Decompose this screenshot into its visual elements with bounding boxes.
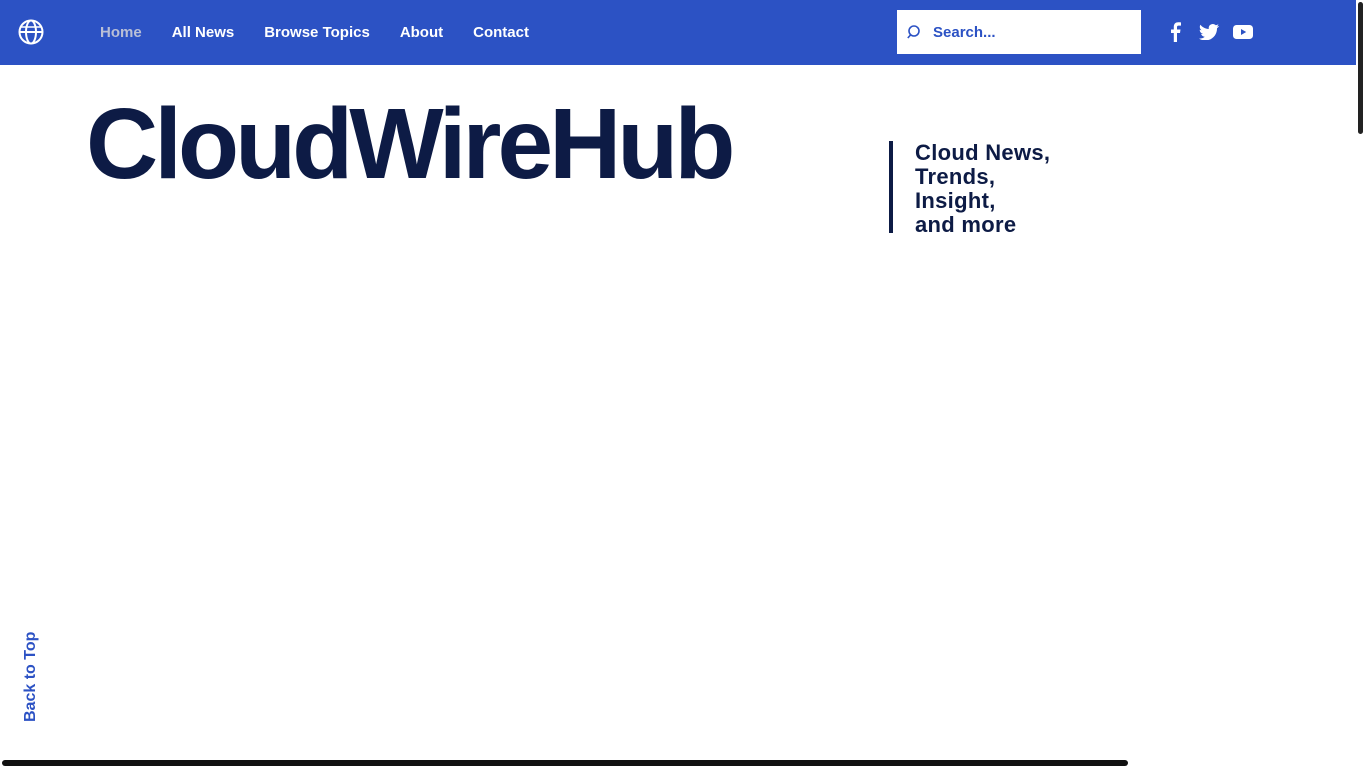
facebook-icon[interactable] [1164, 21, 1186, 43]
tagline-line: Insight, [915, 188, 996, 213]
search-box[interactable] [897, 10, 1141, 54]
nav-link-about[interactable]: About [400, 24, 443, 41]
main-nav: Home All News Browse Topics About Contac… [100, 0, 559, 65]
horizontal-scrollbar[interactable] [2, 760, 1128, 766]
youtube-icon[interactable] [1232, 21, 1254, 43]
top-nav-bar: Home All News Browse Topics About Contac… [0, 0, 1356, 65]
twitter-icon[interactable] [1198, 21, 1220, 43]
vertical-scrollbar-thumb[interactable] [1358, 2, 1363, 134]
tagline-line: and more [915, 212, 1017, 237]
tagline: Cloud News, Trends, Insight, and more [889, 140, 1051, 237]
site-title: CloudWireHub [86, 88, 735, 200]
nav-link-all-news[interactable]: All News [172, 24, 235, 41]
nav-link-browse-topics[interactable]: Browse Topics [264, 24, 370, 41]
nav-link-contact[interactable]: Contact [473, 24, 529, 41]
tagline-line: Trends, [915, 164, 996, 189]
nav-link-home[interactable]: Home [100, 24, 142, 41]
tagline-line: Cloud News, [915, 140, 1051, 165]
search-icon [907, 24, 923, 40]
page: Home All News Browse Topics About Contac… [0, 0, 1366, 768]
globe-icon[interactable] [18, 19, 44, 45]
search-input[interactable] [933, 17, 1123, 47]
social-links [1164, 21, 1266, 43]
back-to-top-link[interactable]: Back to Top [22, 632, 40, 722]
